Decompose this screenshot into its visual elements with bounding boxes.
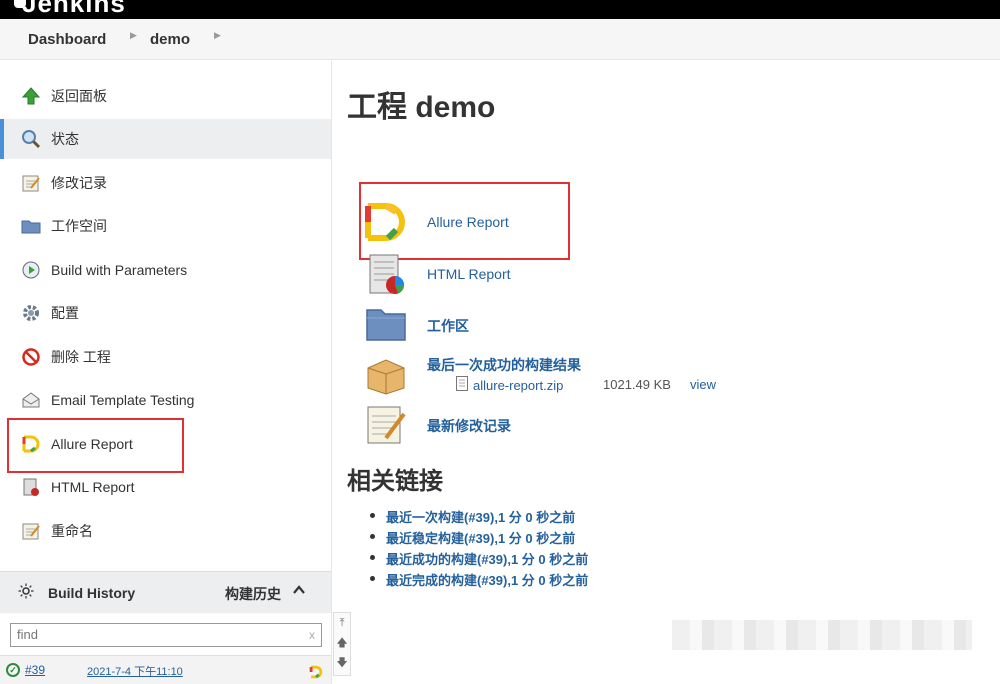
main-link-label: HTML Report bbox=[427, 266, 511, 282]
app-logo-text[interactable]: Jenkins bbox=[22, 0, 126, 19]
sidebar-item-label: HTML Report bbox=[51, 479, 135, 495]
related-link[interactable]: 最近完成的构建(#39),1 分 0 秒之前 bbox=[370, 570, 588, 591]
main-link-html-report[interactable]: HTML Report bbox=[363, 251, 511, 297]
success-check-icon: ✓ bbox=[6, 663, 20, 677]
page-title: 工程 demo bbox=[347, 91, 496, 124]
file-icon bbox=[456, 376, 468, 394]
clock-play-icon bbox=[20, 259, 42, 281]
sidebar-item-changes[interactable]: 修改记录 bbox=[0, 163, 331, 203]
build-history-title-zh[interactable]: 构建历史 bbox=[225, 584, 281, 604]
sidebar-item-html-report[interactable]: HTML Report bbox=[0, 467, 331, 507]
build-history-title[interactable]: Build History bbox=[48, 585, 135, 601]
scroll-up-icon[interactable]: 🡅 bbox=[334, 633, 350, 653]
sidebar-item-label: 返回面板 bbox=[51, 88, 107, 104]
main-link-label: 工作区 bbox=[427, 318, 469, 334]
clear-icon[interactable]: x bbox=[309, 624, 315, 646]
sidebar-item-label: 修改记录 bbox=[51, 175, 107, 191]
top-header: Jenkins bbox=[0, 0, 1000, 19]
scroll-controls: ⤒ 🡅 🡇 bbox=[333, 612, 351, 676]
artifact-file-link[interactable]: allure-report.zip bbox=[473, 378, 563, 393]
notepad-icon bbox=[363, 401, 409, 447]
up-arrow-icon bbox=[20, 85, 42, 107]
html-report-icon bbox=[20, 476, 42, 498]
highlight-box bbox=[359, 182, 570, 260]
folder-icon bbox=[363, 301, 409, 347]
artifact-file-size: 1021.49 KB bbox=[603, 377, 671, 392]
gear-icon bbox=[20, 302, 42, 324]
breadcrumb-demo[interactable]: demo bbox=[150, 31, 190, 48]
related-link[interactable]: 最近成功的构建(#39),1 分 0 秒之前 bbox=[370, 549, 588, 570]
sun-icon[interactable] bbox=[18, 583, 34, 602]
build-row[interactable]: ✓ #39 2021-7-4 下午11:10 bbox=[0, 655, 331, 684]
sidebar-item-status[interactable]: 状态 bbox=[0, 119, 331, 159]
find-input[interactable]: find x bbox=[10, 623, 322, 647]
breadcrumb-separator-icon[interactable]: ▶ bbox=[214, 31, 221, 41]
blurred-watermark bbox=[672, 620, 972, 650]
sidebar-item-label: 删除 工程 bbox=[51, 349, 111, 365]
breadcrumb-separator-icon[interactable]: ▶ bbox=[130, 31, 137, 41]
related-link[interactable]: 最近一次构建(#39),1 分 0 秒之前 bbox=[370, 507, 588, 528]
breadcrumb-dashboard[interactable]: Dashboard bbox=[28, 31, 106, 48]
build-date-link[interactable]: 2021-7-4 下午11:10 bbox=[87, 663, 183, 679]
sidebar-item-workspace[interactable]: 工作空间 bbox=[0, 206, 331, 246]
scroll-down-icon[interactable]: 🡇 bbox=[334, 653, 350, 673]
find-placeholder: find bbox=[17, 627, 38, 642]
sidebar-item-label: Build with Parameters bbox=[51, 262, 188, 278]
highlight-box bbox=[7, 418, 184, 473]
html-report-icon bbox=[363, 251, 409, 297]
notepad-icon bbox=[20, 520, 42, 542]
sidebar-item-configure[interactable]: 配置 bbox=[0, 293, 331, 333]
artifact-view-link[interactable]: view bbox=[690, 377, 716, 392]
envelope-icon bbox=[20, 389, 42, 411]
sidebar-item-delete-project[interactable]: 删除 工程 bbox=[0, 337, 331, 377]
sidebar-item-build-with-parameters[interactable]: Build with Parameters bbox=[0, 250, 331, 290]
main-link-recent-changes[interactable]: 最新修改记录 bbox=[363, 401, 511, 447]
sidebar-item-email-template-testing[interactable]: Email Template Testing bbox=[0, 380, 331, 420]
breadcrumb: Dashboard ▶ demo ▶ bbox=[0, 19, 1000, 60]
artifact-row: allure-report.zip 1021.49 KB view bbox=[456, 376, 716, 394]
related-link[interactable]: 最近稳定构建(#39),1 分 0 秒之前 bbox=[370, 528, 588, 549]
build-history-header: Build History 构建历史 bbox=[0, 571, 331, 613]
chevron-up-icon[interactable] bbox=[292, 583, 306, 600]
no-entry-icon bbox=[20, 346, 42, 368]
sidebar-item-label: 状态 bbox=[51, 131, 79, 147]
sidebar-item-label: Email Template Testing bbox=[51, 392, 195, 408]
sidebar-item-rename[interactable]: 重命名 bbox=[0, 511, 331, 551]
notepad-icon bbox=[20, 172, 42, 194]
main-link-last-successful-artifacts[interactable]: 最后一次成功的构建结果 bbox=[363, 351, 581, 397]
build-number-link[interactable]: #39 bbox=[25, 663, 45, 677]
related-links-list: 最近一次构建(#39),1 分 0 秒之前 最近稳定构建(#39),1 分 0 … bbox=[370, 507, 588, 591]
sidebar-item-label: 配置 bbox=[51, 305, 79, 321]
main-link-label: 最新修改记录 bbox=[427, 418, 511, 434]
main-link-workspace[interactable]: 工作区 bbox=[363, 301, 469, 347]
related-links-title: 相关链接 bbox=[347, 467, 443, 495]
folder-icon bbox=[20, 215, 42, 237]
allure-icon[interactable] bbox=[309, 665, 323, 682]
scroll-top-icon[interactable]: ⤒ bbox=[334, 613, 350, 633]
package-icon bbox=[363, 351, 409, 397]
sidebar-item-label: 工作空间 bbox=[51, 218, 107, 234]
sidebar-item-label: 重命名 bbox=[51, 523, 93, 539]
main-link-label: 最后一次成功的构建结果 bbox=[427, 357, 581, 373]
sidebar-item-back-to-dashboard[interactable]: 返回面板 bbox=[0, 76, 331, 116]
magnifier-icon bbox=[20, 128, 42, 150]
